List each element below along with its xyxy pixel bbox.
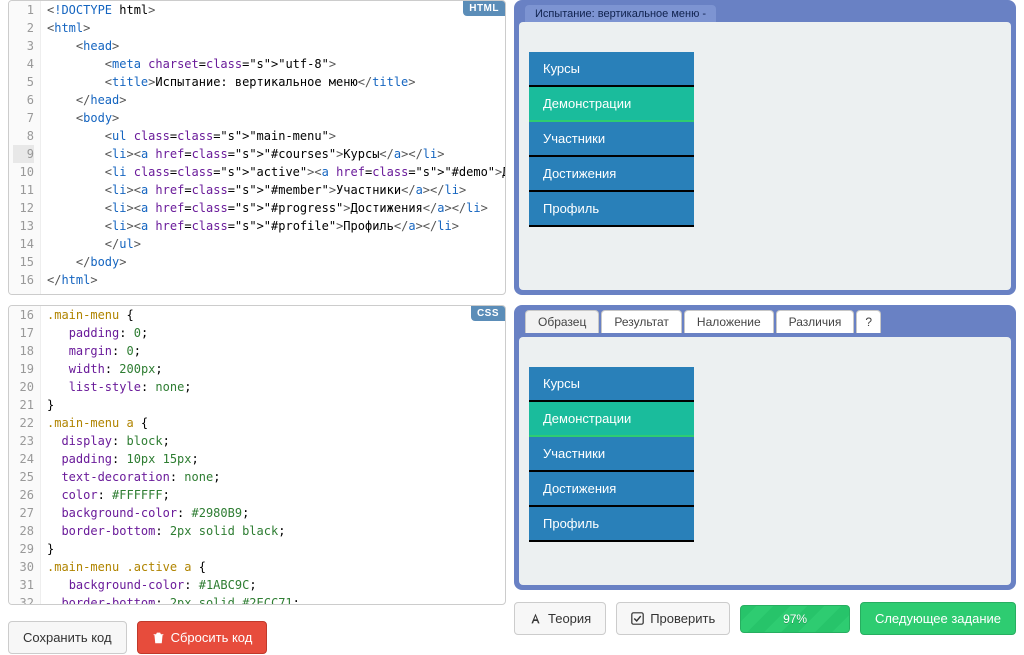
menu-item[interactable]: Участники [529,122,694,157]
check-label: Проверить [650,611,715,626]
menu-item[interactable]: Демонстрации [529,87,694,122]
save-label: Сохранить код [23,630,112,645]
reset-button[interactable]: Сбросить код [137,621,268,654]
menu-item[interactable]: Демонстрации [529,402,694,437]
check-button[interactable]: Проверить [616,602,730,635]
result-preview-panel: Испытание: вертикальное меню - КурсыДемо… [514,0,1016,295]
reset-label: Сбросить код [171,630,253,645]
badge-html: HTML [463,1,505,16]
tab-diff[interactable]: Различия [776,310,855,333]
menu-item[interactable]: Курсы [529,52,694,87]
progress-bar: 97% [740,605,850,633]
theory-label: Теория [548,611,591,626]
vertical-menu-sample: КурсыДемонстрацииУчастникиДостиженияПроф… [529,367,694,542]
html-editor[interactable]: HTML 12345678910111213141516 <!DOCTYPE h… [8,0,506,295]
menu-item[interactable]: Участники [529,437,694,472]
tab-sample[interactable]: Образец [525,310,599,333]
vertical-menu-result: КурсыДемонстрацииУчастникиДостиженияПроф… [529,52,694,227]
tab-result[interactable]: Результат [601,310,682,333]
preview-tabs: Образец Результат Наложение Различия ? [525,310,1011,333]
badge-css: CSS [471,306,505,321]
save-button[interactable]: Сохранить код [8,621,127,654]
tab-overlay[interactable]: Наложение [684,310,774,333]
css-editor[interactable]: CSS 161718192021222324252627282930313233… [8,305,506,605]
check-icon [631,612,644,625]
tab-help[interactable]: ? [856,310,881,333]
menu-item[interactable]: Достижения [529,157,694,192]
next-task-button[interactable]: Следующее задание [860,602,1016,635]
trash-icon [152,631,165,644]
html-editor-lines[interactable]: <!DOCTYPE html><html> <head> <meta chars… [41,1,505,294]
font-icon [529,612,542,625]
window-title-tab: Испытание: вертикальное меню - [525,5,716,22]
progress-text: 97% [783,612,807,626]
menu-item[interactable]: Достижения [529,472,694,507]
menu-item[interactable]: Курсы [529,367,694,402]
theory-button[interactable]: Теория [514,602,606,635]
css-editor-lines[interactable]: .main-menu { padding: 0; margin: 0; widt… [41,306,505,604]
sample-preview-panel: Образец Результат Наложение Различия ? К… [514,305,1016,590]
menu-item[interactable]: Профиль [529,507,694,542]
menu-item[interactable]: Профиль [529,192,694,227]
next-label: Следующее задание [875,611,1001,626]
